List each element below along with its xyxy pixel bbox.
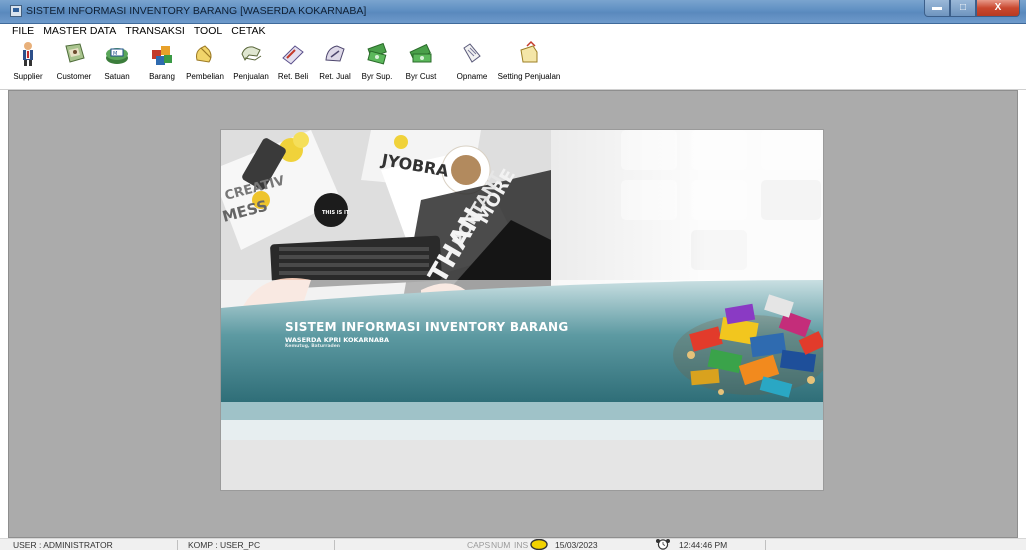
menu-file[interactable]: FILE: [12, 24, 34, 38]
toolbar: Supplier Customer M Satuan Barang Pembel…: [0, 38, 1026, 90]
supplier-icon: [23, 42, 33, 66]
toolbar-label: Setting Penjualan: [497, 72, 561, 81]
toolbar-button-penjualan[interactable]: Penjualan: [230, 40, 272, 81]
toolbar-button-barang[interactable]: Barang: [144, 40, 180, 81]
photo-text-this-is-it: THIS IS IT: [322, 210, 350, 216]
opname-icon: [463, 43, 481, 63]
bayar-customer-icon: [409, 43, 432, 63]
toolbar-button-setting-penjualan[interactable]: Setting Penjualan: [495, 40, 563, 81]
status-time: 12:44:46 PM: [676, 540, 766, 550]
toolbar-button-satuan[interactable]: M Satuan: [100, 40, 134, 81]
barang-icon: [152, 46, 172, 65]
toolbar-button-pembelian[interactable]: Pembelian: [184, 40, 226, 81]
toolbar-label: Opname: [456, 72, 488, 81]
status-caps: CAPS: [467, 540, 491, 550]
toolbar-label: Byr Cust: [405, 72, 437, 81]
app-icon[interactable]: [10, 5, 22, 17]
toolbar-label: Ret. Beli: [277, 72, 309, 81]
splash-subtitle: WASERDA KPRI KOKARNABA: [285, 336, 390, 344]
customer-icon: [65, 43, 85, 63]
toolbar-button-supplier[interactable]: Supplier: [10, 40, 46, 81]
menu-tool[interactable]: TOOL: [194, 24, 222, 38]
status-num: NUM: [491, 540, 511, 550]
penjualan-icon: [241, 46, 262, 61]
menu-bar: FILE MASTER DATA TRANSAKSI TOOL CETAK: [0, 24, 1026, 38]
calendar-icon: [530, 539, 548, 550]
window-title: SISTEM INFORMASI INVENTORY BARANG [WASER…: [26, 5, 367, 17]
toolbar-label: Satuan: [104, 72, 130, 81]
status-bar: USER : ADMINISTRATOR KOMP : USER_PC CAPS…: [0, 538, 1026, 550]
toolbar-label: Byr Sup.: [361, 72, 393, 81]
toolbar-button-customer[interactable]: Customer: [52, 40, 96, 81]
toolbar-label: Barang: [149, 72, 175, 81]
svg-text:M: M: [113, 51, 117, 57]
toolbar-button-ret-jual[interactable]: Ret. Jual: [318, 40, 352, 81]
satuan-icon: M: [106, 48, 128, 64]
menu-transaksi[interactable]: TRANSAKSI: [125, 24, 185, 38]
bayar-supplier-icon: [367, 42, 387, 65]
splash-location: Kemutug, Baturraden: [285, 344, 340, 349]
toolbar-button-byr-cust[interactable]: Byr Cust: [403, 40, 439, 81]
status-date: 15/03/2023: [555, 540, 598, 550]
clock-icon: [656, 539, 670, 550]
window-controls: ▬ □ X: [924, 0, 1020, 17]
window-title-bar[interactable]: SISTEM INFORMASI INVENTORY BARANG [WASER…: [0, 0, 1026, 24]
toolbar-label: Customer: [56, 72, 92, 81]
status-user: USER : ADMINISTRATOR: [10, 540, 178, 550]
close-button[interactable]: X: [976, 0, 1020, 17]
toolbar-button-byr-sup[interactable]: Byr Sup.: [360, 40, 394, 81]
toolbar-label: Penjualan: [233, 72, 269, 81]
toolbar-button-ret-beli[interactable]: Ret. Beli: [276, 40, 310, 81]
toolbar-label: Supplier: [13, 72, 43, 81]
menu-master-data[interactable]: MASTER DATA: [43, 24, 116, 38]
toolbar-label: Pembelian: [186, 72, 224, 81]
status-ins: INS: [514, 540, 529, 550]
minimize-button[interactable]: ▬: [924, 0, 950, 17]
toolbar-label: Ret. Jual: [319, 72, 351, 81]
menu-cetak[interactable]: CETAK: [231, 24, 265, 38]
splash-image: JYOBRA CREATIV MESS THIS IS IT MORE PORT…: [220, 129, 824, 491]
pembelian-icon: [196, 45, 212, 63]
return-jual-icon: [325, 45, 345, 62]
return-beli-icon: [282, 45, 304, 65]
setting-penjualan-icon: [520, 40, 538, 63]
splash-background: JYOBRA CREATIV MESS THIS IS IT MORE PORT…: [221, 130, 823, 490]
status-computer: KOMP : USER_PC: [185, 540, 335, 550]
maximize-button[interactable]: □: [950, 0, 976, 17]
toolbar-button-opname[interactable]: Opname: [452, 40, 492, 81]
splash-title: SISTEM INFORMASI INVENTORY BARANG: [285, 320, 569, 334]
